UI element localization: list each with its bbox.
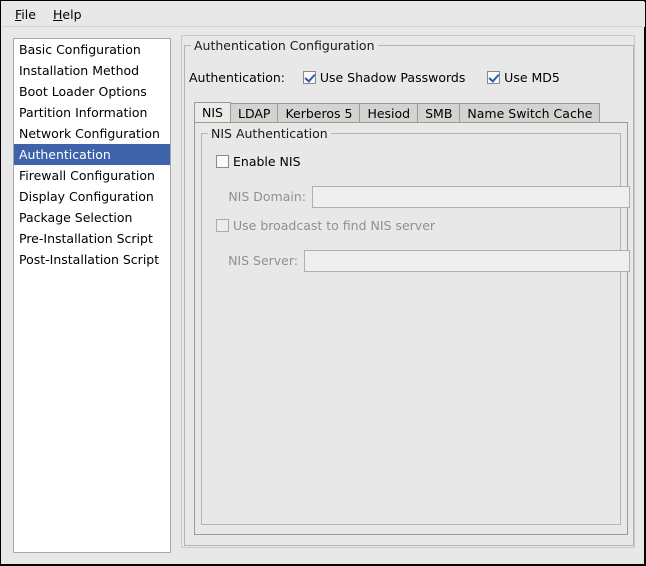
tab-kerberos-5[interactable]: Kerberos 5 [277,103,360,124]
menu-bar: File Help [2,2,645,27]
nis-domain-label: NIS Domain: [216,186,306,208]
menu-help-mnemonic: H [53,7,62,22]
tab-smb[interactable]: SMB [417,103,460,124]
tab-ldap[interactable]: LDAP [230,103,278,124]
sidebar-item-authentication[interactable]: Authentication [14,144,170,165]
sidebar-item-firewall-configuration[interactable]: Firewall Configuration [14,165,170,186]
authentication-configuration-group: Authentication Configuration Authenticat… [184,45,634,546]
tab-hesiod[interactable]: Hesiod [359,103,418,124]
sidebar-item-basic-configuration[interactable]: Basic Configuration [14,39,170,60]
checkbox-box-enable-nis[interactable] [216,155,229,168]
tab-nis[interactable]: NIS [194,102,231,124]
tab-name-switch-cache[interactable]: Name Switch Cache [459,103,600,124]
nis-server-row: NIS Server: [202,250,620,272]
menu-help-rest: elp [62,7,81,22]
nis-server-label: NIS Server: [216,250,298,272]
checkbox-box-md5[interactable] [487,71,500,84]
checkbox-box-shadow[interactable] [303,71,316,84]
tab-content-nis: NIS Authentication Enable NIS NIS Domain… [194,122,628,535]
section-list[interactable]: Basic Configuration Installation Method … [13,38,171,553]
sidebar-item-partition-information[interactable]: Partition Information [14,102,170,123]
authentication-notebook: NISLDAPKerberos 5HesiodSMBName Switch Ca… [194,102,628,535]
use-shadow-passwords-checkbox[interactable]: Use Shadow Passwords [303,70,466,85]
use-md5-checkbox[interactable]: Use MD5 [487,70,560,85]
checkbox-box-use-broadcast[interactable] [216,219,229,232]
enable-nis-row: Enable NIS [216,154,301,176]
use-broadcast-label: Use broadcast to find NIS server [233,218,435,233]
content-panel: Authentication Configuration Authenticat… [181,35,635,548]
main-window: File Help Basic Configuration Installati… [0,0,646,566]
authentication-options-row: Authentication: Use Shadow Passwords Use… [189,70,560,88]
authentication-label: Authentication: [189,70,285,85]
nis-server-input[interactable] [304,250,630,272]
sidebar-item-network-configuration[interactable]: Network Configuration [14,123,170,144]
use-broadcast-checkbox[interactable]: Use broadcast to find NIS server [216,218,435,233]
enable-nis-checkbox[interactable]: Enable NIS [216,154,301,169]
menu-help[interactable]: Help [48,7,87,22]
use-shadow-passwords-label: Use Shadow Passwords [320,70,466,85]
sidebar-item-package-selection[interactable]: Package Selection [14,207,170,228]
tab-strip: NISLDAPKerberos 5HesiodSMBName Switch Ca… [194,102,628,123]
menu-file-rest: ile [21,7,36,22]
sidebar-item-display-configuration[interactable]: Display Configuration [14,186,170,207]
menu-file[interactable]: File [10,7,41,22]
use-broadcast-row: Use broadcast to find NIS server [216,218,435,240]
enable-nis-label: Enable NIS [233,154,301,169]
sidebar-item-post-installation-script[interactable]: Post-Installation Script [14,249,170,270]
nis-domain-row: NIS Domain: [202,186,620,208]
sidebar-item-pre-installation-script[interactable]: Pre-Installation Script [14,228,170,249]
nis-domain-input[interactable] [312,186,630,208]
authentication-configuration-title: Authentication Configuration [191,38,378,53]
nis-authentication-group: NIS Authentication Enable NIS NIS Domain… [201,133,621,525]
sidebar-item-installation-method[interactable]: Installation Method [14,60,170,81]
use-md5-label: Use MD5 [504,70,560,85]
nis-authentication-title: NIS Authentication [208,126,331,141]
sidebar-item-boot-loader-options[interactable]: Boot Loader Options [14,81,170,102]
